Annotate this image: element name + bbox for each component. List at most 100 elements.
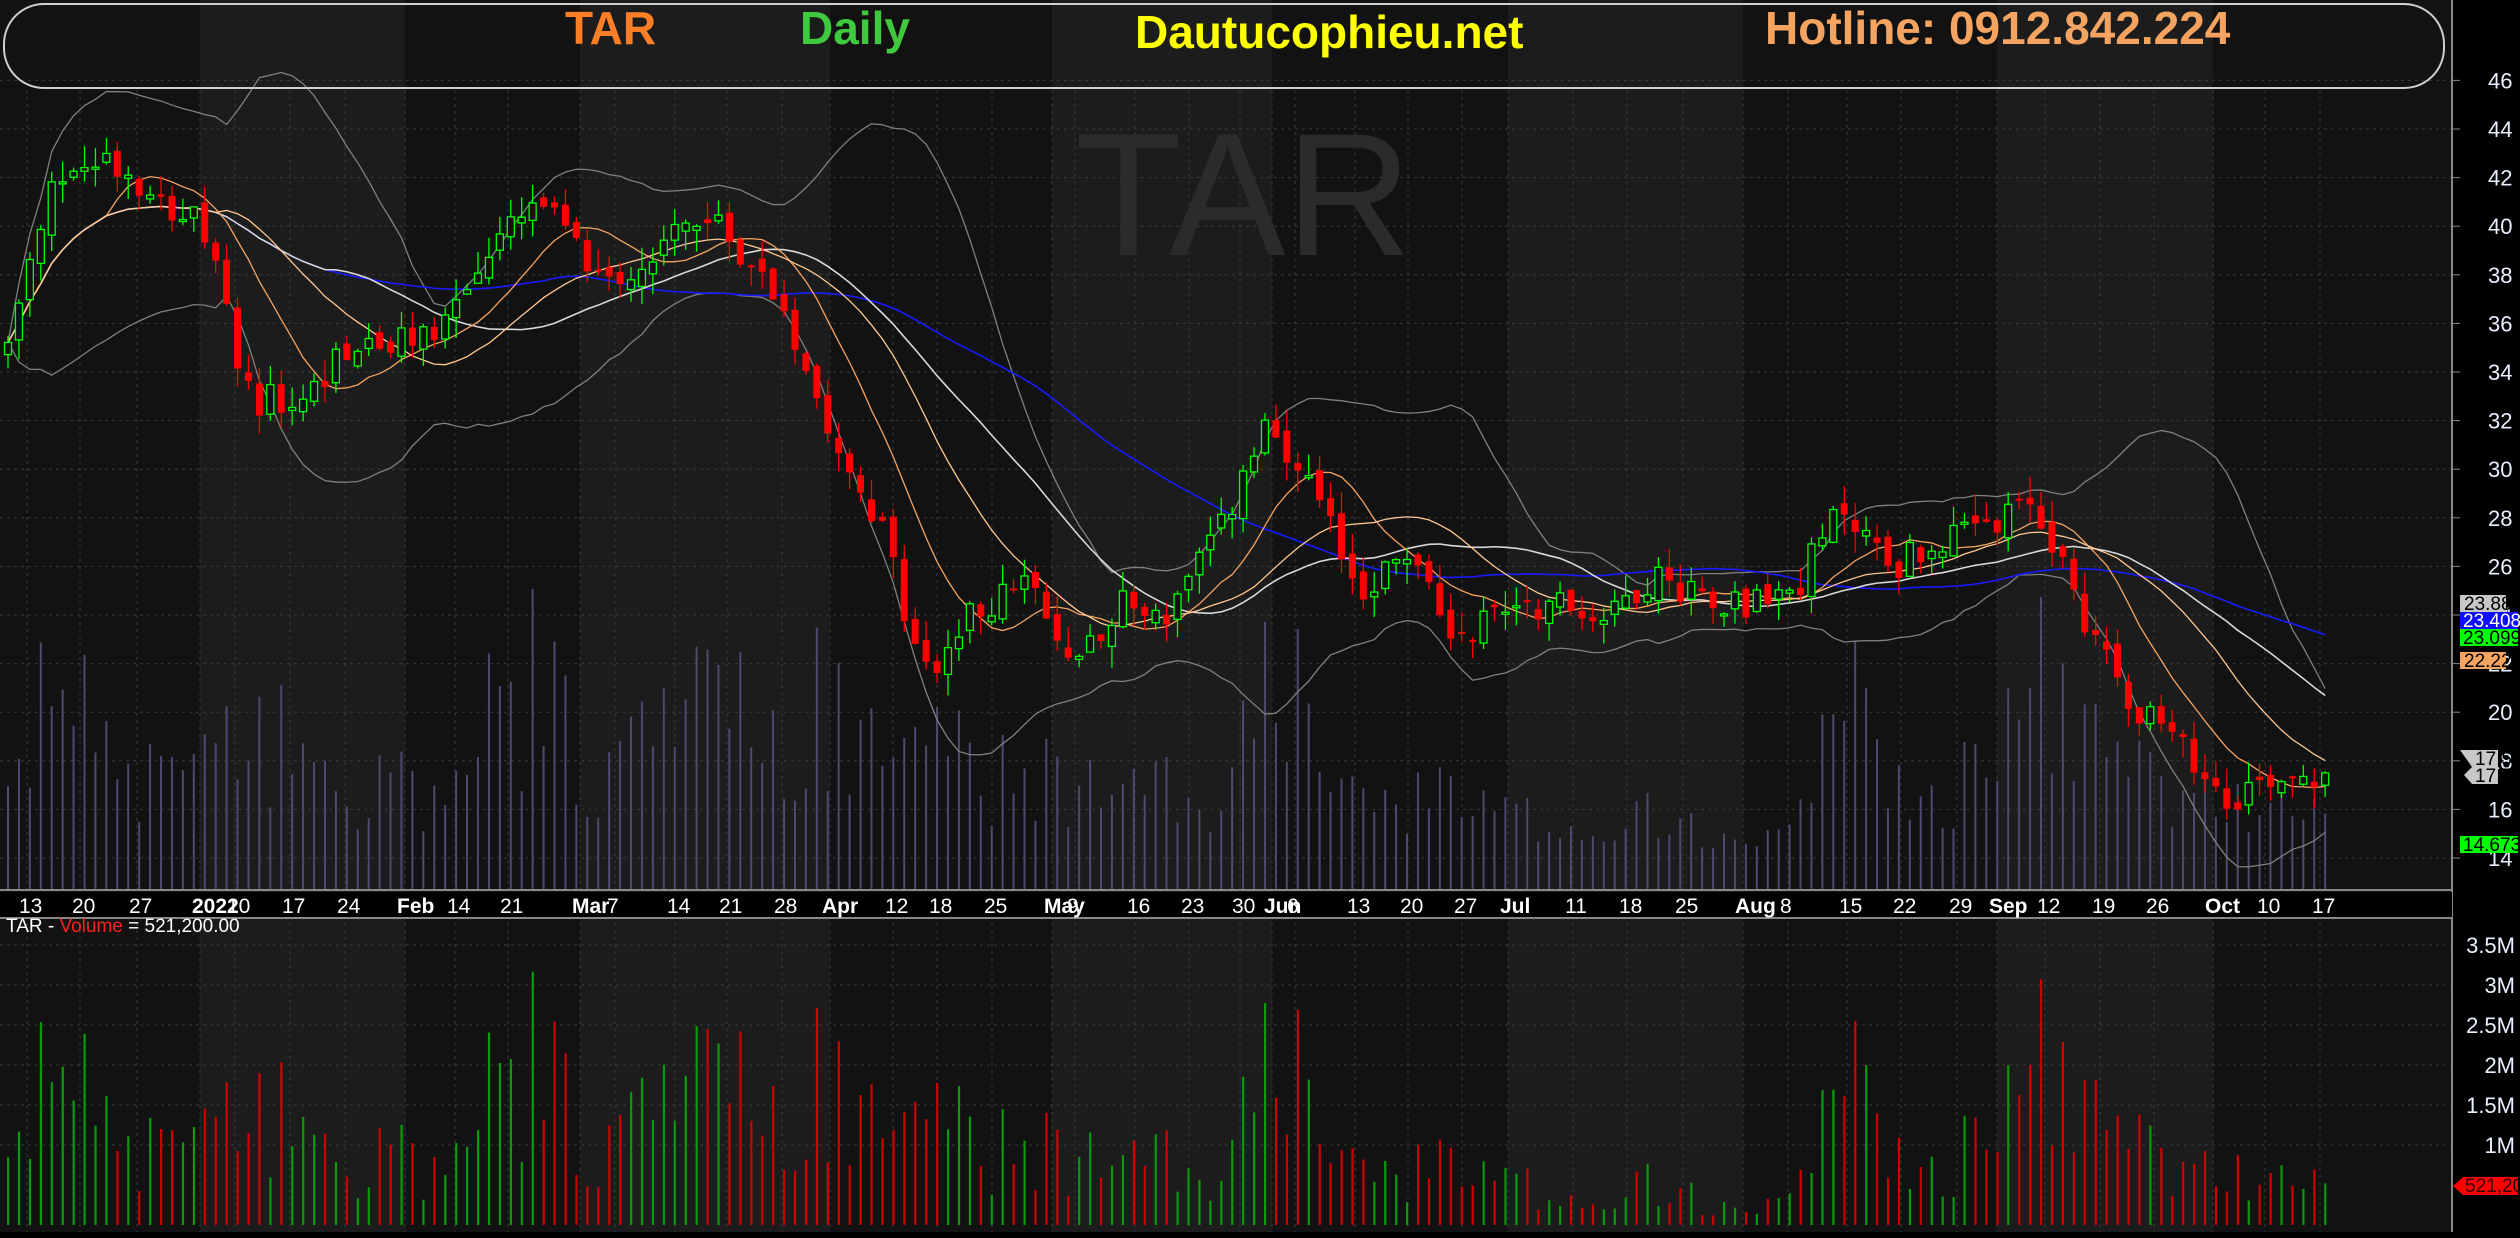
candle-up xyxy=(1721,614,1728,616)
price-panel-volume-bar xyxy=(1395,804,1397,890)
candle-up xyxy=(26,260,33,300)
price-panel-volume-bar xyxy=(1865,688,1867,890)
volume-bar xyxy=(1002,1109,1004,1225)
date-tick-label: 20 xyxy=(1400,895,1423,918)
candle-down xyxy=(1065,647,1072,657)
price-panel-volume-bar xyxy=(1231,767,1233,890)
volume-bar xyxy=(619,1115,621,1225)
volume-bar xyxy=(116,1151,118,1225)
candle-down xyxy=(376,332,383,348)
price-tick-label: 40 xyxy=(2488,214,2512,239)
price-tick-label: 44 xyxy=(2488,117,2512,142)
date-tick-label: 18 xyxy=(929,895,952,918)
volume-bar xyxy=(1045,1113,1047,1225)
volume-bar xyxy=(1810,1173,1812,1225)
price-panel-volume-bar xyxy=(914,727,916,890)
date-tick-label: 12 xyxy=(885,895,908,918)
price-panel-volume-bar xyxy=(84,655,86,890)
price-panel-volume-bar xyxy=(1953,828,1955,890)
volume-bar xyxy=(849,1165,851,1225)
candle-down xyxy=(256,383,263,415)
price-panel-volume-bar xyxy=(663,688,665,890)
tag-ma-orange: 22.22 xyxy=(2464,651,2512,672)
price-panel-volume-bar xyxy=(1493,811,1495,890)
volume-bar xyxy=(1264,1003,1266,1225)
price-panel-volume-bar xyxy=(564,675,566,890)
volume-bar xyxy=(2073,1152,2075,1225)
price-panel-volume-bar xyxy=(1286,762,1288,890)
volume-bar xyxy=(1439,1140,1441,1225)
candle-up xyxy=(2322,773,2329,785)
candle-down xyxy=(1163,615,1170,624)
candle-up xyxy=(147,195,154,199)
candle-down xyxy=(868,499,875,521)
price-panel-volume-bar xyxy=(1264,622,1266,890)
candle-up xyxy=(715,215,722,221)
price-panel-volume-bar xyxy=(499,686,501,890)
price-panel-volume-bar xyxy=(750,747,752,890)
candle-down xyxy=(1141,607,1148,616)
volume-bar xyxy=(1603,1209,1605,1225)
volume-bar xyxy=(2127,1149,2129,1225)
candle-up xyxy=(1305,476,1312,478)
volume-bar xyxy=(411,1143,413,1225)
volume-bar xyxy=(1220,1181,1222,1225)
volume-bar xyxy=(827,1162,829,1225)
date-tick-label: Mar xyxy=(572,895,609,918)
volume-bar xyxy=(2018,1095,2020,1225)
date-tick-label: 24 xyxy=(337,895,361,918)
volume-bar xyxy=(2040,979,2042,1225)
volume-bar xyxy=(2007,1065,2009,1225)
volume-legend-value: = 521,200.00 xyxy=(123,916,240,937)
month-band xyxy=(1997,0,2213,1232)
candle-up xyxy=(496,234,503,250)
candle-up xyxy=(1961,522,1968,524)
price-panel-volume-bar xyxy=(794,801,796,890)
volume-bar xyxy=(2193,1164,2195,1225)
price-panel-volume-bar xyxy=(73,726,75,890)
volume-bar xyxy=(1089,1132,1091,1225)
candle-down xyxy=(595,270,602,272)
volume-bar xyxy=(761,1136,763,1225)
volume-bar xyxy=(1198,1180,1200,1225)
date-tick-label: 10 xyxy=(2257,895,2280,918)
price-panel-volume-bar xyxy=(870,708,872,890)
candle-down xyxy=(2027,498,2034,505)
candle-up xyxy=(1229,515,1236,519)
candle-up xyxy=(1808,544,1815,597)
candle-up xyxy=(507,217,514,237)
price-panel-volume-bar xyxy=(160,756,162,890)
candle-down xyxy=(2169,722,2176,731)
volume-bar xyxy=(674,1121,676,1225)
price-panel-volume-bar xyxy=(1013,793,1015,890)
volume-bar xyxy=(1166,1130,1168,1225)
candle-up xyxy=(103,153,110,162)
candle-up xyxy=(1622,596,1629,608)
candle-up xyxy=(660,240,667,255)
candle-down xyxy=(1283,430,1290,462)
candle-up xyxy=(1950,525,1957,555)
price-panel-volume-bar xyxy=(2062,663,2064,890)
volume-bar xyxy=(390,1145,392,1225)
candle-down xyxy=(573,222,580,238)
volume-bar xyxy=(1231,1140,1233,1225)
volume-bar xyxy=(597,1187,599,1225)
price-panel-volume-bar xyxy=(2116,742,2118,890)
price-panel-volume-bar xyxy=(204,735,206,890)
volume-bar xyxy=(2062,1042,2064,1225)
volume-bar xyxy=(947,1129,949,1225)
candle-up xyxy=(1819,538,1826,546)
month-band xyxy=(1508,0,1743,1232)
price-panel-volume-bar xyxy=(1461,817,1463,890)
volume-bar xyxy=(1745,1212,1747,1225)
candle-down xyxy=(212,243,219,261)
date-tick-label: 27 xyxy=(1454,895,1477,918)
candle-up xyxy=(1261,420,1268,453)
price-panel-volume-bar xyxy=(335,791,337,890)
volume-bar xyxy=(980,1166,982,1225)
candle-up xyxy=(1382,562,1389,589)
price-tick-label: 30 xyxy=(2488,457,2512,482)
price-panel-volume-bar xyxy=(1351,776,1353,890)
volume-bar xyxy=(182,1142,184,1225)
volume-bar xyxy=(1242,1077,1244,1225)
